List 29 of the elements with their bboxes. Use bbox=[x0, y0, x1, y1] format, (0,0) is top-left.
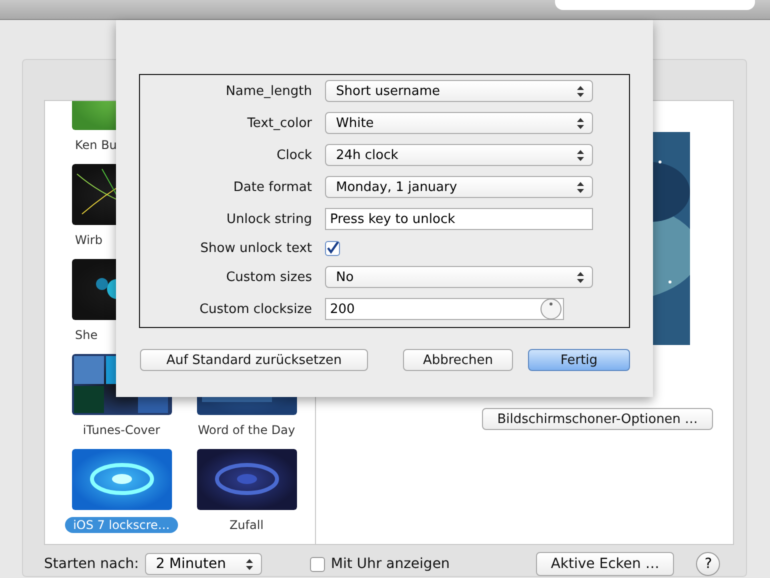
hot-corners-button[interactable]: Aktive Ecken … bbox=[536, 552, 674, 576]
option-label: Custom clocksize bbox=[198, 302, 312, 316]
option-label: Text_color bbox=[246, 116, 312, 130]
option-popup[interactable]: No bbox=[325, 266, 593, 288]
sheet-button[interactable]: Auf Standard zurücksetzen bbox=[140, 349, 368, 371]
option-label: Name_length bbox=[224, 84, 312, 98]
screensaver-label[interactable]: She bbox=[67, 327, 106, 343]
help-button[interactable]: ? bbox=[696, 552, 720, 576]
sheet-button[interactable]: Abbrechen bbox=[403, 349, 513, 371]
screensaver-label[interactable]: Wirb bbox=[67, 232, 110, 248]
screensaver-label[interactable]: Zufall bbox=[221, 517, 272, 533]
option-label: Custom sizes bbox=[225, 270, 312, 284]
option-label: Date format bbox=[232, 180, 312, 194]
start-popup[interactable]: 2 Minuten bbox=[144, 553, 262, 575]
option-popup[interactable]: Short username bbox=[325, 80, 593, 102]
option-popup[interactable]: 24h clock bbox=[325, 144, 593, 166]
option-label: Show unlock text bbox=[199, 240, 312, 256]
option-popup[interactable]: White bbox=[325, 112, 593, 134]
screensaver-label[interactable]: iTunes-Cover bbox=[74, 422, 168, 438]
options-button[interactable]: Bildschirmschoner-Optionen … bbox=[482, 408, 713, 430]
number-field[interactable]: 200 bbox=[325, 298, 564, 320]
screensaver-label[interactable]: Word of the Day bbox=[190, 422, 304, 438]
option-label: Clock bbox=[276, 148, 312, 162]
clock-label: Mit Uhr anzeigen bbox=[330, 556, 450, 572]
sheet-button[interactable]: Fertig bbox=[528, 349, 630, 371]
option-label: Unlock string bbox=[226, 212, 312, 226]
option-popup[interactable]: Monday, 1 january bbox=[325, 176, 593, 198]
start-label: Starten nach: bbox=[44, 556, 139, 572]
option-field[interactable]: Press key to unlock bbox=[325, 208, 593, 230]
